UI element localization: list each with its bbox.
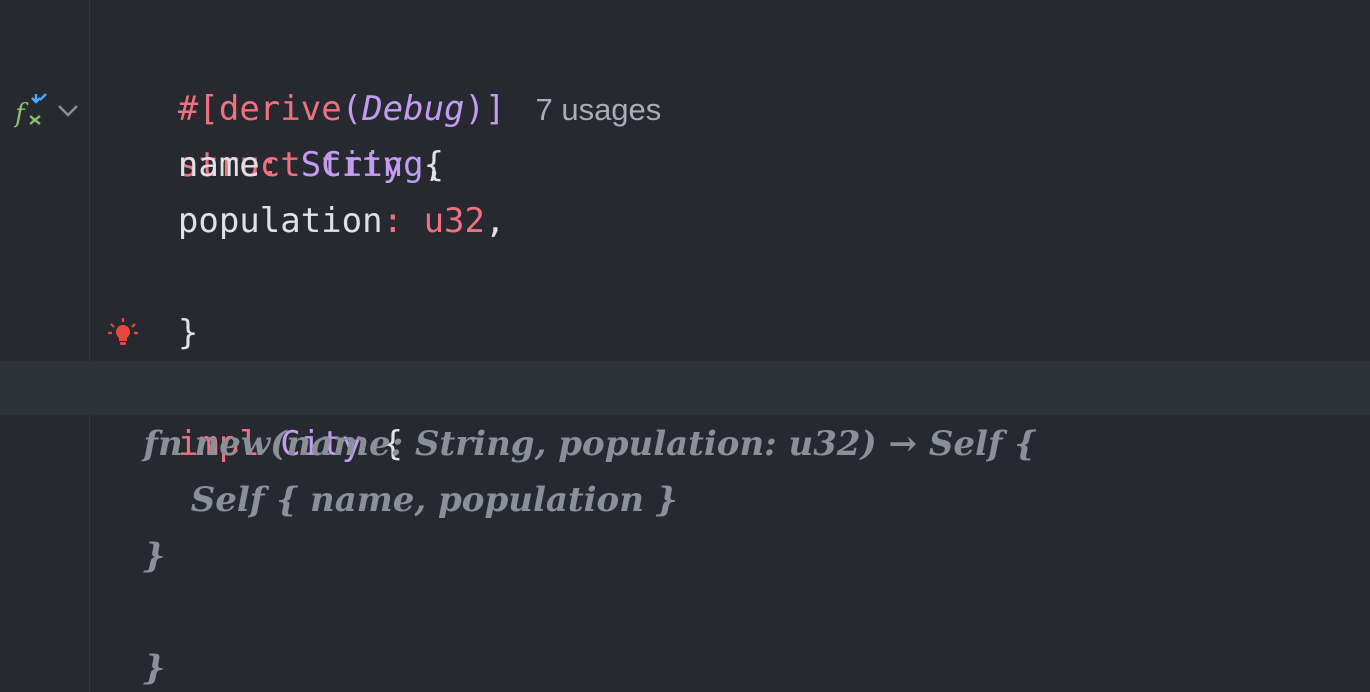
field-name-type: String xyxy=(300,145,424,185)
field-population-comma: , xyxy=(484,201,506,241)
code-editor[interactable]: f #[derive(Debug)] 7 usages struct City {… xyxy=(0,0,1370,692)
field-population-type: u32 xyxy=(423,201,485,241)
attr-close-paren: )] xyxy=(464,89,506,129)
lightbulb-icon[interactable] xyxy=(106,316,140,350)
field-name: name xyxy=(177,145,260,185)
usages-hint[interactable]: 7 usages xyxy=(535,92,661,127)
field-population-colon: : xyxy=(382,201,404,241)
fn-signature: fn new(name: String, population: u32) → … xyxy=(143,424,1037,464)
code-line-attribute[interactable]: #[derive(Debug)] 7 usages xyxy=(96,25,661,129)
code-line-field-name[interactable]: name: String, xyxy=(96,137,444,193)
code-line-self[interactable]: Self { name, population } xyxy=(96,472,678,528)
struct-close-brace: } xyxy=(177,313,199,353)
code-line-field-population[interactable]: population: u32, xyxy=(96,193,506,249)
field-name-colon: : xyxy=(259,145,281,185)
code-line-struct-close[interactable]: } xyxy=(96,249,198,353)
code-line-struct[interactable]: struct City { xyxy=(96,81,444,185)
code-line-impl[interactable]: impl City { xyxy=(96,360,403,464)
code-line-fn-close[interactable]: } xyxy=(96,528,165,584)
field-population: population xyxy=(177,201,383,241)
svg-text:f: f xyxy=(14,99,29,128)
function-run-icon[interactable]: f xyxy=(14,92,50,128)
chevron-down-icon[interactable] xyxy=(56,98,80,122)
code-line-fn[interactable]: fn new(name: String, population: u32) → … xyxy=(96,416,1036,472)
code-line-impl-close[interactable]: } xyxy=(96,584,165,688)
field-name-comma: , xyxy=(423,145,445,185)
fn-close-brace: } xyxy=(143,536,166,576)
self-expression: Self { name, population } xyxy=(190,480,678,520)
impl-close-brace: } xyxy=(143,648,166,688)
